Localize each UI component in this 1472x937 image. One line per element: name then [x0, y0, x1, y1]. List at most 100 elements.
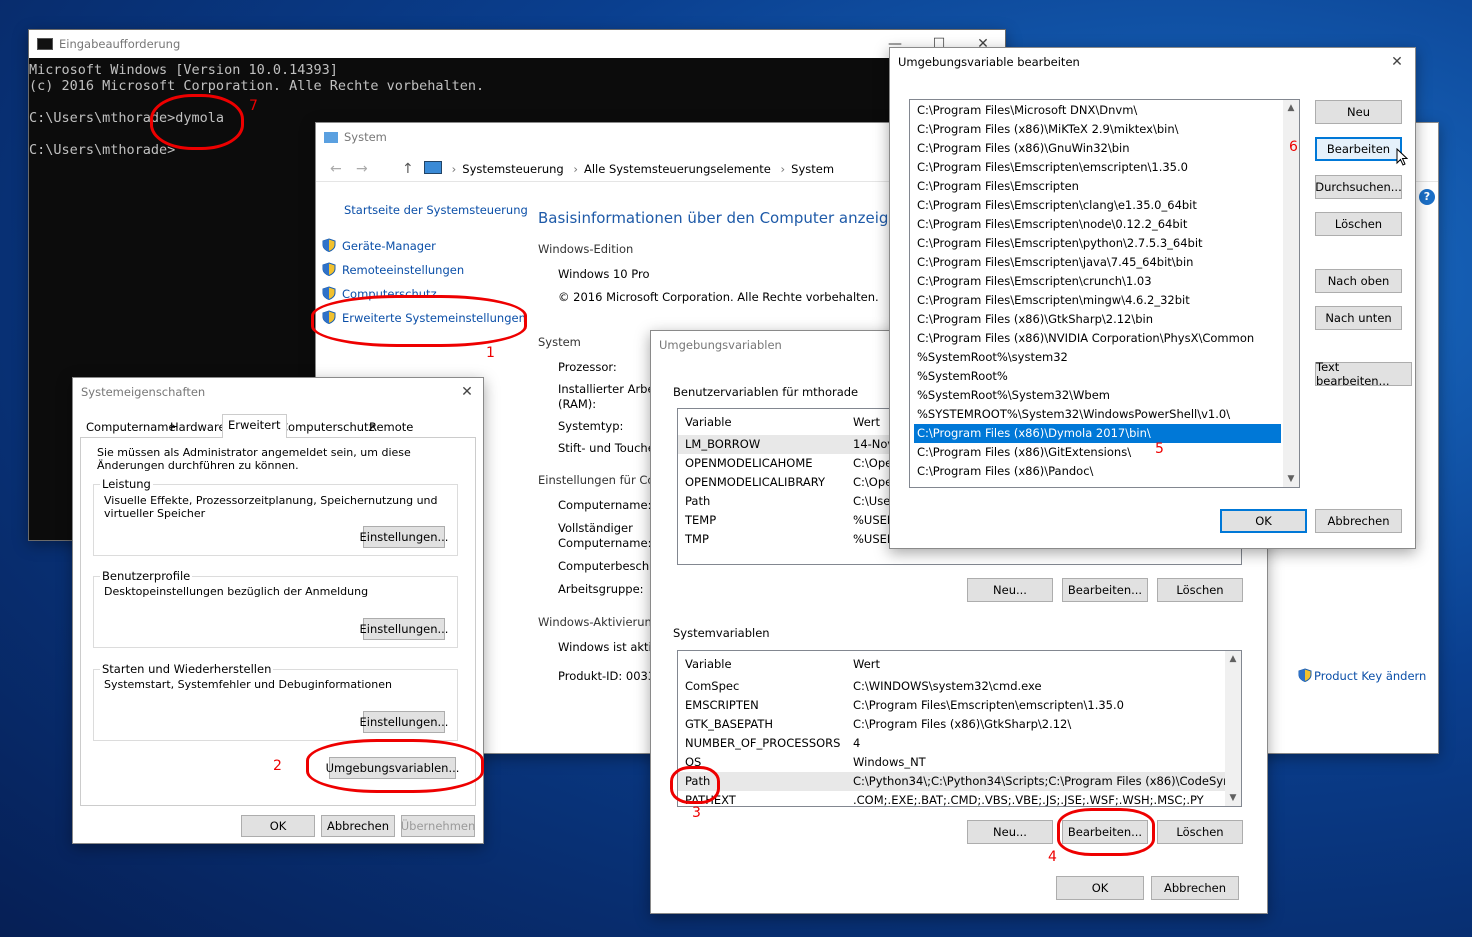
scroll-up-icon[interactable]: ▲ [1225, 651, 1241, 667]
group-text: Systemstart, Systemfehler und Debuginfor… [104, 678, 392, 691]
list-item[interactable]: C:\Program Files\Emscripten\clang\e1.35.… [914, 196, 1281, 215]
product-key-link[interactable]: Product Key ändern [1298, 668, 1426, 683]
move-down-button[interactable]: Nach unten [1315, 306, 1402, 330]
nav-back-icon[interactable]: ← [330, 161, 342, 177]
scroll-up-icon[interactable]: ▲ [1283, 100, 1299, 116]
scroll-down-icon[interactable]: ▼ [1225, 790, 1241, 806]
delete-button[interactable]: Löschen [1315, 212, 1402, 236]
list-item[interactable]: C:\Program Files\Emscripten\node\0.12.2_… [914, 215, 1281, 234]
list-item[interactable]: %SYSTEMROOT%\System32\WindowsPowerShell\… [914, 405, 1281, 424]
cancel-button[interactable]: Abbrechen [321, 815, 395, 837]
tab-computername[interactable]: Computername [86, 420, 176, 434]
activation-text: Windows ist aktiv [558, 640, 659, 654]
cancel-button[interactable]: Abbrechen [1151, 876, 1239, 900]
list-item[interactable]: C:\Program Files\Emscripten\java\7.45_64… [914, 253, 1281, 272]
tab-advanced[interactable]: Erweitert [222, 414, 287, 438]
table-row[interactable]: NUMBER_OF_PROCESSORS 4 [678, 734, 1225, 753]
help-icon[interactable]: ? [1419, 189, 1435, 205]
breadcrumb-item[interactable]: Alle Systemsteuerungselemente [584, 162, 771, 176]
shield-icon [322, 238, 336, 253]
shield-icon [1298, 668, 1312, 683]
table-row[interactable]: GTK_BASEPATH C:\Program Files (x86)\GtkSh… [678, 715, 1225, 734]
system-vars-list[interactable]: Variable Wert ComSpec C:\WINDOWS\system32… [677, 650, 1242, 807]
variable-name: LM_BORROW [685, 437, 761, 451]
list-item[interactable]: %SystemRoot%\System32\Wbem [914, 386, 1281, 405]
tab-remote[interactable]: Remote [369, 420, 413, 434]
scrollbar[interactable]: ▲ ▼ [1225, 651, 1241, 806]
variable-name: ComSpec [685, 679, 740, 693]
tab-protection[interactable]: Computerschutz [280, 420, 375, 434]
performance-settings-button[interactable]: Einstellungen... [360, 526, 448, 548]
list-item[interactable]: C:\Program Files\Emscripten\crunch\1.03 [914, 272, 1281, 291]
path-entry: %SystemRoot%\system32 [917, 350, 1068, 364]
scrollbar[interactable]: ▲ ▼ [1283, 100, 1299, 487]
apply-button[interactable]: Übernehmen [401, 815, 475, 837]
new-button[interactable]: Neu [1315, 100, 1402, 124]
table-row[interactable]: Path C:\Python34\;C:\Python34\Scripts;C:\… [678, 772, 1241, 791]
ok-button[interactable]: OK [1220, 509, 1307, 533]
browse-button[interactable]: Durchsuchen... [1315, 175, 1402, 199]
variable-name: TMP [685, 532, 709, 546]
cancel-button[interactable]: Abbrechen [1315, 509, 1402, 533]
table-row[interactable]: OS Windows_NT [678, 753, 1225, 772]
list-item[interactable]: C:\Program Files\Emscripten\emscripten\1… [914, 158, 1281, 177]
path-entry: %SystemRoot%\System32\Wbem [917, 388, 1111, 402]
list-item[interactable]: %SystemRoot%\system32 [914, 348, 1281, 367]
ok-button[interactable]: OK [241, 815, 315, 837]
sidebar-item-device-manager[interactable]: Geräte-Manager [322, 238, 436, 253]
system-delete-button[interactable]: Löschen [1157, 820, 1243, 844]
monitor-icon [424, 161, 442, 174]
path-entry: C:\Program Files\Emscripten\python\2.7.5… [917, 236, 1203, 250]
path-entries-list[interactable]: C:\Program Files\Microsoft DNX\Dnvm\ C:\P… [909, 99, 1300, 488]
list-item[interactable]: C:\Program Files (x86)\Dymola 2017\bin\ [914, 424, 1281, 443]
system-new-button[interactable]: Neu... [967, 820, 1053, 844]
table-row[interactable]: PATHEXT .COM;.EXE;.BAT;.CMD;.VBS;.VBE;.JS… [678, 791, 1225, 806]
list-item[interactable]: C:\Program Files\Emscripten\python\2.7.5… [914, 234, 1281, 253]
list-item[interactable]: C:\Program Files (x86)\MiKTeX 2.9\miktex… [914, 120, 1281, 139]
list-item[interactable]: C:\Program Files (x86)\GnuWin32\bin [914, 139, 1281, 158]
list-item[interactable]: C:\Program Files\Microsoft DNX\Dnvm\ [914, 101, 1281, 120]
ram-label-2: (RAM): [558, 397, 597, 411]
user-delete-button[interactable]: Löschen [1157, 578, 1243, 602]
editvar-dialog[interactable]: Umgebungsvariable bearbeiten ✕ C:\Progra… [889, 47, 1416, 549]
list-item[interactable]: C:\Program Files\Emscripten\mingw\4.6.2_… [914, 291, 1281, 310]
cmd-titlebar[interactable]: Eingabeaufforderung — ☐ ✕ [29, 30, 1005, 58]
column-header-variable[interactable]: Variable [685, 657, 732, 671]
breadcrumb[interactable]: › Systemsteuerung › Alle Systemsteuerungse… [424, 161, 834, 176]
list-item[interactable]: C:\Program Files (x86)\GitExtensions\ [914, 443, 1281, 462]
user-new-button[interactable]: Neu... [967, 578, 1053, 602]
tab-hardware[interactable]: Hardware [170, 420, 226, 434]
list-item[interactable]: C:\Program Files (x86)\GtkSharp\2.12\bin [914, 310, 1281, 329]
column-header-variable[interactable]: Variable [685, 415, 732, 429]
sidebar-home-link[interactable]: Startseite der Systemsteuerung [344, 203, 528, 217]
edit-button[interactable]: Bearbeiten [1315, 137, 1402, 161]
startup-settings-button[interactable]: Einstellungen... [360, 711, 448, 733]
variable-name: EMSCRIPTEN [685, 698, 759, 712]
annotation-number: 5 [1155, 441, 1164, 457]
profiles-settings-button[interactable]: Einstellungen... [360, 618, 448, 640]
table-row[interactable]: EMSCRIPTEN C:\Program Files\Emscripten\em… [678, 696, 1225, 715]
breadcrumb-item[interactable]: System [791, 162, 834, 176]
system-title: System [344, 130, 387, 144]
move-up-button[interactable]: Nach oben [1315, 269, 1402, 293]
list-item[interactable]: C:\Program Files (x86)\Pandoc\ [914, 462, 1281, 481]
sysprops-titlebar[interactable]: Systemeigenschaften ✕ [73, 378, 483, 406]
column-header-value[interactable]: Wert [853, 657, 880, 671]
column-header-value[interactable]: Wert [853, 415, 880, 429]
breadcrumb-item[interactable]: Systemsteuerung [462, 162, 563, 176]
list-item[interactable]: C:\Program Files\Emscripten [914, 177, 1281, 196]
sidebar-item-remote[interactable]: Remoteeinstellungen [322, 262, 464, 277]
user-edit-button[interactable]: Bearbeiten... [1062, 578, 1148, 602]
table-row[interactable]: ComSpec C:\WINDOWS\system32\cmd.exe [678, 677, 1225, 696]
close-icon[interactable]: ✕ [451, 384, 483, 400]
scroll-down-icon[interactable]: ▼ [1283, 471, 1299, 487]
edit-text-button[interactable]: Text bearbeiten... [1315, 360, 1412, 388]
list-item[interactable]: %SystemRoot% [914, 367, 1281, 386]
nav-up-icon[interactable]: ↑ [402, 161, 414, 177]
editvar-titlebar[interactable]: Umgebungsvariable bearbeiten ✕ [890, 48, 1415, 76]
product-id: Produkt-ID: 0033 [558, 669, 656, 683]
list-item[interactable]: C:\Program Files (x86)\NVIDIA Corporatio… [914, 329, 1281, 348]
close-icon[interactable]: ✕ [1379, 54, 1415, 70]
ok-button[interactable]: OK [1056, 876, 1144, 900]
nav-forward-icon[interactable]: → [356, 161, 368, 177]
